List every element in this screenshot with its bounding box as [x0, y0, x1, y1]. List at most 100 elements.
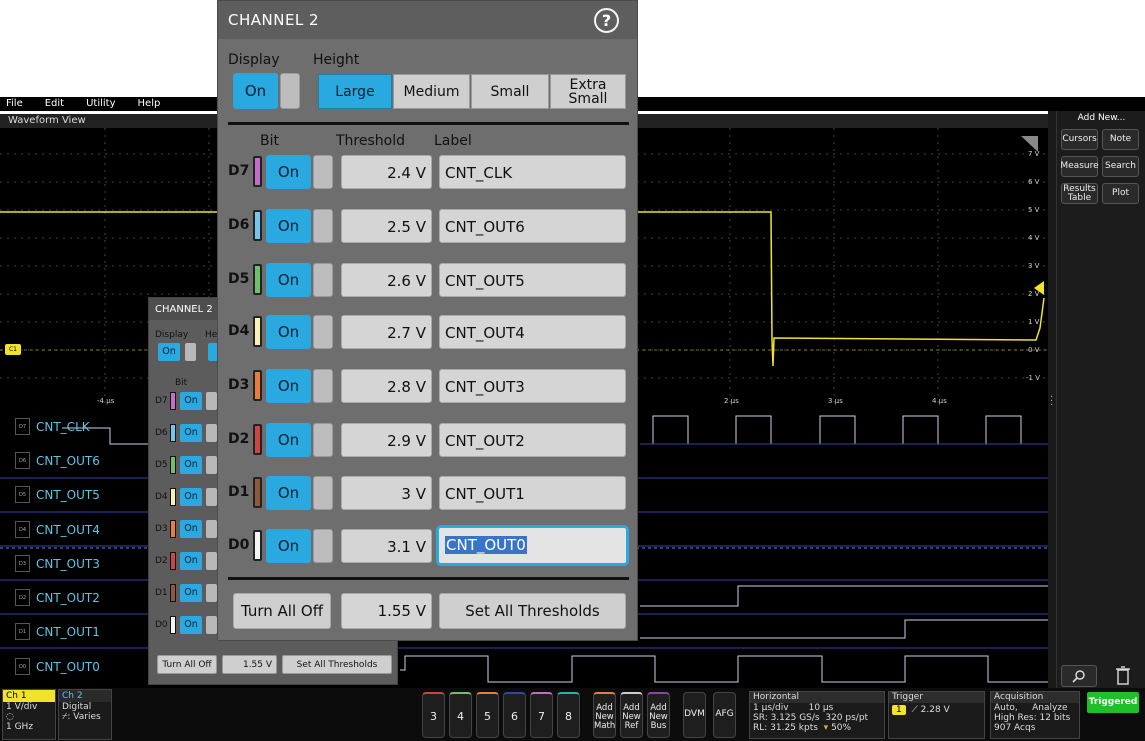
bit-toggle-knob-d6[interactable] [313, 209, 333, 243]
digital-label-d5[interactable]: CNT_OUT5 [36, 488, 100, 502]
channel-8-button[interactable]: 8 [557, 692, 580, 738]
label-field-d1[interactable]: CNT_OUT1 [439, 476, 626, 510]
small-bit-on[interactable]: On [180, 552, 202, 570]
small-display-knob[interactable] [185, 343, 196, 361]
small-bit-knob[interactable] [206, 584, 217, 602]
small-bit-knob[interactable] [206, 424, 217, 442]
height-extra-small[interactable]: Extra Small [550, 74, 626, 109]
bit-on-toggle-d7[interactable]: On [266, 155, 311, 189]
afg-button[interactable]: AFG [713, 692, 736, 738]
horizontal-panel[interactable]: Horizontal 1 µs/div 10 µs SR: 3.125 GS/s… [749, 691, 885, 739]
add-new-bus-button[interactable]: Add New Bus [647, 692, 670, 738]
label-field-d7[interactable]: CNT_CLK [439, 155, 626, 189]
small-bit-on[interactable]: On [180, 488, 202, 506]
search-button[interactable]: Search [1102, 156, 1139, 177]
menu-utility[interactable]: Utility [86, 97, 115, 111]
small-bit-knob[interactable] [206, 488, 217, 506]
trash-icon[interactable] [1113, 665, 1135, 687]
height-small[interactable]: Small [471, 74, 549, 109]
turn-all-off-button[interactable]: Turn All Off [233, 593, 331, 629]
label-field-d5[interactable]: CNT_OUT5 [439, 263, 626, 297]
bit-on-toggle-d1[interactable]: On [266, 476, 311, 510]
small-bit-on[interactable]: On [180, 616, 202, 634]
channel-4-button[interactable]: 4 [449, 692, 472, 738]
digital-label-d2[interactable]: CNT_OUT2 [36, 591, 100, 605]
ch2-badge[interactable]: Ch 2 Digital ⌿: Varies [58, 689, 112, 740]
bit-toggle-knob-d7[interactable] [313, 155, 333, 189]
height-large[interactable]: Large [318, 74, 392, 109]
small-bit-on[interactable]: On [180, 520, 202, 538]
digital-label-d1[interactable]: CNT_OUT1 [36, 625, 100, 639]
dvm-button[interactable]: DVM [683, 692, 706, 738]
small-turn-all-off-button[interactable]: Turn All Off [157, 655, 217, 674]
label-field-d2[interactable]: CNT_OUT2 [439, 423, 626, 457]
small-bit-knob[interactable] [206, 392, 217, 410]
menu-edit[interactable]: Edit [45, 97, 64, 111]
label-field-d6[interactable]: CNT_OUT6 [439, 209, 626, 243]
small-bit-knob[interactable] [206, 616, 217, 634]
threshold-field-d0[interactable]: 3.1 V [341, 529, 432, 563]
threshold-field-d2[interactable]: 2.9 V [341, 423, 432, 457]
bit-toggle-knob-d4[interactable] [313, 315, 333, 349]
trigger-panel[interactable]: Trigger 1 ⟋ 2.28 V [888, 691, 985, 739]
bit-toggle-knob-d3[interactable] [313, 369, 333, 403]
threshold-field-d1[interactable]: 3 V [341, 476, 432, 510]
small-all-threshold-field[interactable]: 1.55 V [222, 655, 277, 674]
small-display-on[interactable]: On [158, 343, 180, 361]
bit-on-toggle-d3[interactable]: On [266, 369, 311, 403]
bit-on-toggle-d0[interactable]: On [266, 529, 311, 563]
channel-7-button[interactable]: 7 [530, 692, 553, 738]
small-bit-knob[interactable] [206, 456, 217, 474]
digital-label-d3[interactable]: CNT_OUT3 [36, 557, 100, 571]
help-icon[interactable]: ? [594, 8, 619, 33]
note-button[interactable]: Note [1102, 129, 1139, 150]
bit-toggle-knob-d0[interactable] [313, 529, 333, 563]
small-bit-knob[interactable] [206, 552, 217, 570]
bit-on-toggle-d2[interactable]: On [266, 423, 311, 457]
bit-toggle-knob-d2[interactable] [313, 423, 333, 457]
digital-label-d7[interactable]: CNT_CLK [36, 420, 90, 434]
channel-6-button[interactable]: 6 [503, 692, 526, 738]
cursors-button[interactable]: Cursors [1061, 129, 1098, 150]
small-bit-on[interactable]: On [180, 584, 202, 602]
height-medium[interactable]: Medium [393, 74, 470, 109]
digital-label-d6[interactable]: CNT_OUT6 [36, 454, 100, 468]
results-table-button[interactable]: Results Table [1061, 183, 1098, 204]
digital-label-d0[interactable]: CNT_OUT0 [36, 660, 100, 674]
add-new-math-button[interactable]: Add New Math [593, 692, 616, 738]
small-bit-on[interactable]: On [180, 392, 202, 410]
digital-label-d4[interactable]: CNT_OUT4 [36, 523, 100, 537]
label-field-d4[interactable]: CNT_OUT4 [439, 315, 626, 349]
display-on-toggle[interactable]: On [233, 73, 278, 109]
all-threshold-field[interactable]: 1.55 V [341, 593, 432, 629]
threshold-field-d4[interactable]: 2.7 V [341, 315, 432, 349]
zoom-icon[interactable] [1061, 665, 1097, 687]
channel-3-button[interactable]: 3 [422, 692, 445, 738]
threshold-field-d6[interactable]: 2.5 V [341, 209, 432, 243]
panel-splitter[interactable]: · · · [1048, 111, 1056, 688]
bit-on-toggle-d4[interactable]: On [266, 315, 311, 349]
label-field-d3[interactable]: CNT_OUT3 [439, 369, 626, 403]
label-field-d0-active[interactable]: CNT_OUT0 [436, 525, 629, 566]
set-all-thresholds-button[interactable]: Set All Thresholds [439, 593, 626, 629]
bit-on-toggle-d5[interactable]: On [266, 263, 311, 297]
small-bit-on[interactable]: On [180, 424, 202, 442]
threshold-field-d5[interactable]: 2.6 V [341, 263, 432, 297]
bit-toggle-knob-d5[interactable] [313, 263, 333, 297]
small-set-all-thresholds-button[interactable]: Set All Thresholds [282, 655, 392, 674]
bit-on-toggle-d6[interactable]: On [266, 209, 311, 243]
display-toggle-knob[interactable] [280, 73, 300, 109]
channel-5-button[interactable]: 5 [476, 692, 499, 738]
add-new-ref-button[interactable]: Add New Ref [620, 692, 643, 738]
small-bit-knob[interactable] [206, 520, 217, 538]
threshold-field-d7[interactable]: 2.4 V [341, 155, 432, 189]
threshold-field-d3[interactable]: 2.8 V [341, 369, 432, 403]
small-bit-on[interactable]: On [180, 456, 202, 474]
acquisition-panel[interactable]: Acquisition Auto, Analyze High Res: 12 b… [990, 691, 1080, 739]
menu-help[interactable]: Help [138, 97, 161, 111]
menu-file[interactable]: File [6, 97, 23, 111]
ch1-badge[interactable]: Ch 1 1 V/div ◌ 1 GHz [2, 689, 56, 740]
plot-button[interactable]: Plot [1102, 183, 1139, 204]
ch1-marker[interactable]: C1 [5, 344, 21, 355]
measure-button[interactable]: Measure [1060, 156, 1099, 177]
